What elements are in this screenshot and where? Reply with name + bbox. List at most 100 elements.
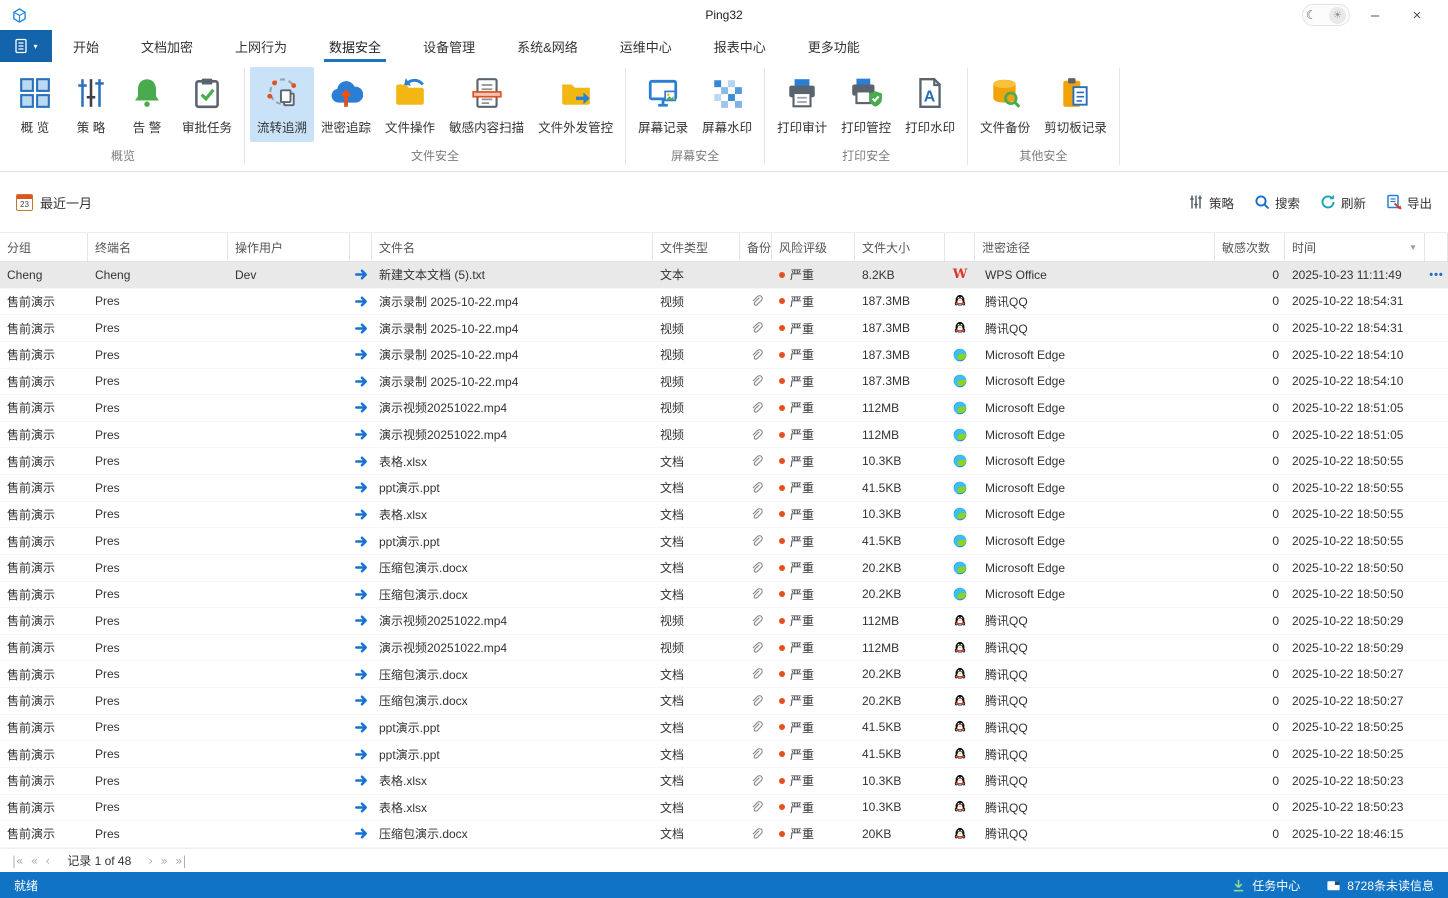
title-bar: Ping32 ☾ ☀ – × <box>0 0 1448 30</box>
severity-dot <box>779 644 785 651</box>
column-header-操作用户[interactable]: 操作用户 <box>228 233 350 261</box>
cell-risk: 严重 <box>772 422 855 448</box>
table-row[interactable]: 售前演示 Pres 压缩包演示.docx 文档 严重 20.2KB 腾讯QQ 0 2025-10… <box>0 661 1448 688</box>
table-row[interactable]: 售前演示 Pres 演示视频20251022.mp4 视频 严重 112MB Microso… <box>0 395 1448 422</box>
ribbon-button-打印水印[interactable]: A 打印水印 <box>898 67 962 142</box>
edge-icon <box>953 348 967 362</box>
cell-count: 0 <box>1272 613 1279 628</box>
cell-channel-icon <box>945 448 975 474</box>
table-row[interactable]: 售前演示 Pres 压缩包演示.docx 文档 严重 20KB 腾讯QQ 0 2025-10-2… <box>0 821 1448 848</box>
cell-channel: WPS Office <box>985 267 1047 282</box>
first-page-icon[interactable]: |« <box>10 854 25 868</box>
table-row[interactable]: 售前演示 Pres ppt演示.ppt 文档 严重 41.5KB Microsoft Edg… <box>0 528 1448 555</box>
table-row[interactable]: Cheng Cheng Dev 新建文本文档 (5).txt 文本 严重 8.2KB W WPS… <box>0 262 1448 289</box>
cell-filesize: 10.3KB <box>862 454 902 469</box>
cell-count: 0 <box>1272 321 1279 336</box>
export-button[interactable]: 导出 <box>1386 193 1432 212</box>
ribbon-group-其他安全: 文件备份 剪切板记录 其他安全 <box>968 62 1119 171</box>
tab-报表中心[interactable]: 报表中心 <box>693 30 787 62</box>
ribbon-button-流转追溯[interactable]: 流转追溯 <box>250 67 315 142</box>
qq-icon <box>953 614 967 628</box>
table-row[interactable]: 售前演示 Pres 演示视频20251022.mp4 视频 严重 112MB 腾讯QQ 0 20… <box>0 608 1448 635</box>
ribbon-button-敏感内容扫描[interactable]: 敏感内容扫描 <box>442 67 531 142</box>
cell-channel: Microsoft Edge <box>985 480 1066 495</box>
next-jump-icon[interactable]: » <box>158 854 169 868</box>
ribbon-button-审批任务[interactable]: 审批任务 <box>175 67 239 142</box>
next-page-icon[interactable]: › <box>146 854 155 868</box>
tab-数据安全[interactable]: 数据安全 <box>308 30 402 62</box>
policy-filter-button[interactable]: 策略 <box>1188 193 1234 212</box>
table-row[interactable]: 售前演示 Pres 演示录制 2025-10-22.mp4 视频 严重 187.3MB 腾讯… <box>0 315 1448 342</box>
ribbon-button-文件外发管控[interactable]: 文件外发管控 <box>531 67 620 142</box>
cell-time: 2025-10-22 18:54:10 <box>1292 374 1404 389</box>
app-menu-button[interactable]: ▾ <box>0 30 52 62</box>
prev-jump-icon[interactable]: « <box>29 854 40 868</box>
date-range-filter[interactable]: 23 最近一月 <box>16 193 92 212</box>
table-row[interactable]: 售前演示 Pres 演示录制 2025-10-22.mp4 视频 严重 187.3MB Mi… <box>0 342 1448 369</box>
table-row[interactable]: 售前演示 Pres 表格.xlsx 文档 严重 10.3KB Microsoft Edge 0… <box>0 502 1448 529</box>
tab-设备管理[interactable]: 设备管理 <box>402 30 496 62</box>
table-row[interactable]: 售前演示 Pres 压缩包演示.docx 文档 严重 20.2KB 腾讯QQ 0 2025-10… <box>0 688 1448 715</box>
task-center-button[interactable]: 任务中心 <box>1231 877 1300 894</box>
tab-开始[interactable]: 开始 <box>52 30 120 62</box>
last-page-icon[interactable]: »| <box>173 854 188 868</box>
table-row[interactable]: 售前演示 Pres 演示录制 2025-10-22.mp4 视频 严重 187.3MB Mi… <box>0 369 1448 396</box>
table-row[interactable]: 售前演示 Pres 表格.xlsx 文档 严重 10.3KB 腾讯QQ 0 2025-10-22… <box>0 795 1448 822</box>
tab-运维中心[interactable]: 运维中心 <box>599 30 693 62</box>
table-row[interactable]: 售前演示 Pres ppt演示.ppt 文档 严重 41.5KB 腾讯QQ 0 2025-10-… <box>0 715 1448 742</box>
table-row[interactable]: 售前演示 Pres ppt演示.ppt 文档 严重 41.5KB Microsoft Edg… <box>0 475 1448 502</box>
ribbon-button-策略[interactable]: 策 略 <box>63 67 119 142</box>
column-header-泄密途径[interactable]: 泄密途径 <box>975 233 1215 261</box>
ribbon-button-剪切板记录[interactable]: 剪切板记录 <box>1037 67 1114 142</box>
time-filter-dropdown-icon[interactable]: ▼ <box>1409 243 1417 252</box>
table-row[interactable]: 售前演示 Pres 压缩包演示.docx 文档 严重 20.2KB Microsoft Ed… <box>0 555 1448 582</box>
cell-channel: 腾讯QQ <box>985 747 1028 762</box>
table-row[interactable]: 售前演示 Pres 演示视频20251022.mp4 视频 严重 112MB 腾讯QQ 0 20… <box>0 635 1448 662</box>
cell-time: 2025-10-22 18:54:10 <box>1292 347 1404 362</box>
ribbon-button-文件备份[interactable]: 文件备份 <box>973 67 1037 142</box>
cell-time: 2025-10-23 11:11:49 <box>1292 267 1402 282</box>
cell-channel: 腾讯QQ <box>985 321 1028 336</box>
export-icon <box>1386 194 1402 210</box>
cell-group: 售前演示 <box>7 374 56 389</box>
ribbon-button-打印审计[interactable]: 打印审计 <box>770 67 834 142</box>
cell-group: 售前演示 <box>7 454 56 469</box>
tab-文档加密[interactable]: 文档加密 <box>120 30 214 62</box>
search-button[interactable]: 搜索 <box>1254 193 1300 212</box>
cell-time: 2025-10-22 18:50:29 <box>1292 613 1404 628</box>
ribbon-button-屏幕水印[interactable]: 屏幕水印 <box>695 67 759 142</box>
table-row[interactable]: 售前演示 Pres 演示视频20251022.mp4 视频 严重 112MB Microso… <box>0 422 1448 449</box>
column-header-风险评级[interactable]: 风险评级 <box>772 233 855 261</box>
cell-more <box>1425 608 1448 634</box>
paperclip-icon <box>749 428 763 442</box>
column-header-终端名[interactable]: 终端名 <box>88 233 228 261</box>
table-row[interactable]: 售前演示 Pres 压缩包演示.docx 文档 严重 20.2KB Microsoft Ed… <box>0 582 1448 609</box>
open-file-arrow-icon <box>354 321 369 336</box>
cell-time: 2025-10-22 18:51:05 <box>1292 400 1404 415</box>
column-header-时间[interactable]: 时间 ▼ <box>1285 233 1425 261</box>
ribbon-button-泄密追踪[interactable]: 泄密追踪 <box>314 67 378 142</box>
ribbon-button-文件操作[interactable]: 文件操作 <box>378 67 442 142</box>
column-header-文件名[interactable]: 文件名 <box>372 233 653 261</box>
row-more-button[interactable]: ••• <box>1429 269 1444 281</box>
table-row[interactable]: 售前演示 Pres 表格.xlsx 文档 严重 10.3KB 腾讯QQ 0 2025-10-22… <box>0 768 1448 795</box>
table-row[interactable]: 售前演示 Pres ppt演示.ppt 文档 严重 41.5KB 腾讯QQ 0 2025-10-… <box>0 741 1448 768</box>
column-header-备份[interactable]: 备份 <box>740 233 772 261</box>
column-header-文件大小[interactable]: 文件大小 <box>855 233 945 261</box>
column-header-敏感次数[interactable]: 敏感次数 <box>1215 233 1285 261</box>
ribbon-button-屏幕记录[interactable]: 屏幕记录 <box>631 67 695 142</box>
table-row[interactable]: 售前演示 Pres 表格.xlsx 文档 严重 10.3KB Microsoft Edge 0… <box>0 448 1448 475</box>
tab-更多功能[interactable]: 更多功能 <box>787 30 881 62</box>
cell-user <box>228 528 350 554</box>
column-header-文件类型[interactable]: 文件类型 <box>653 233 740 261</box>
column-header-分组[interactable]: 分组 <box>0 233 88 261</box>
ribbon-button-打印管控[interactable]: 打印管控 <box>834 67 898 142</box>
tab-系统&网络[interactable]: 系统&网络 <box>496 30 599 62</box>
ribbon-button-概览[interactable]: 概 览 <box>7 67 63 142</box>
refresh-button[interactable]: 刷新 <box>1320 193 1366 212</box>
ribbon-button-告警[interactable]: 告 警 <box>119 67 175 142</box>
unread-messages-button[interactable]: 8728条未读信息 <box>1326 877 1434 894</box>
prev-page-icon[interactable]: ‹ <box>43 854 52 868</box>
table-row[interactable]: 售前演示 Pres 演示录制 2025-10-22.mp4 视频 严重 187.3MB 腾讯… <box>0 289 1448 316</box>
tab-上网行为[interactable]: 上网行为 <box>214 30 308 62</box>
